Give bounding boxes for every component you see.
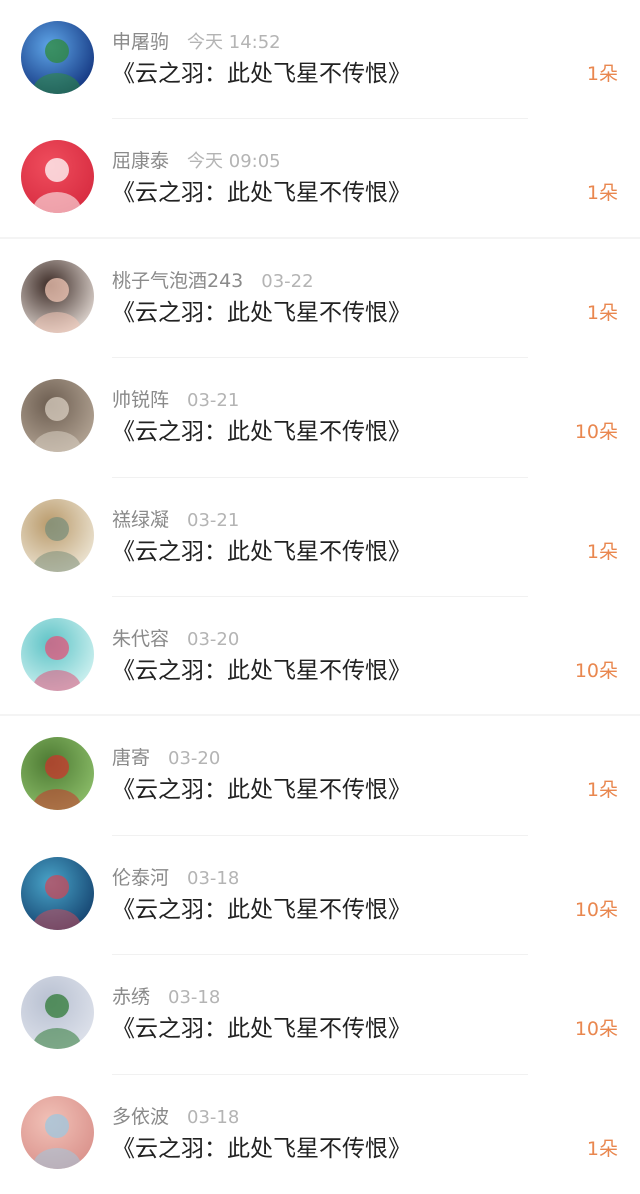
user-name[interactable]: 赤绣: [112, 986, 150, 1008]
avatar[interactable]: [21, 259, 94, 333]
book-title[interactable]: 《云之羽：此处飞星不传恨》: [112, 535, 411, 569]
item-meta: 赤绣 03-18: [112, 984, 220, 1010]
avatar[interactable]: [21, 976, 94, 1050]
book-title[interactable]: 《云之羽：此处飞星不传恨》: [112, 893, 411, 927]
list-item[interactable]: 禚绿凝 03-21 《云之羽：此处飞星不传恨》 1朵: [0, 478, 640, 597]
timestamp: 03-18: [187, 1106, 240, 1128]
anime-art-avatar: [21, 856, 94, 930]
flower-count: 10朵: [574, 659, 618, 682]
book-title[interactable]: 《云之羽：此处飞星不传恨》: [112, 1012, 411, 1046]
list-item[interactable]: 屈康泰 今天 09:05 《云之羽：此处飞星不传恨》 1朵: [0, 119, 640, 239]
flower-count: 1朵: [586, 63, 618, 85]
list-item[interactable]: 伦泰河 03-18 《云之羽：此处飞星不传恨》 10朵: [0, 836, 640, 956]
aries-cartoon-avatar: [21, 617, 94, 691]
timestamp: 03-21: [187, 390, 240, 412]
user-name[interactable]: 伦泰河: [112, 867, 169, 889]
list-item[interactable]: 唐寄 03-20 《云之羽：此处飞星不传恨》 1朵: [0, 716, 640, 836]
book-title[interactable]: 《云之羽：此处飞星不传恨》: [112, 1132, 411, 1166]
list-item[interactable]: 桃子气泡酒243 03-22 《云之羽：此处飞星不传恨》 1朵: [0, 239, 640, 359]
item-meta: 伦泰河 03-18: [112, 865, 239, 891]
timestamp: 今天 09:05: [187, 151, 281, 173]
timestamp: 03-21: [187, 509, 240, 531]
user-name[interactable]: 屈康泰: [112, 150, 169, 172]
item-meta: 唐寄 03-20: [112, 745, 220, 771]
gift-record-list: 申屠驹 今天 14:52 《云之羽：此处飞星不传恨》 1朵 屈康泰 今天 09:05 《云之…: [0, 0, 640, 1194]
avatar[interactable]: [21, 21, 94, 94]
list-item[interactable]: 多依波 03-18 《云之羽：此处飞星不传恨》 1朵: [0, 1075, 640, 1194]
item-meta: 桃子气泡酒243 03-22: [112, 268, 314, 294]
user-name[interactable]: 申屠驹: [112, 31, 169, 53]
timestamp: 03-18: [168, 987, 221, 1009]
book-title[interactable]: 《云之羽：此处飞星不传恨》: [112, 415, 411, 449]
flower-count: 1朵: [586, 182, 618, 205]
book-title[interactable]: 《云之羽：此处飞星不传恨》: [112, 296, 411, 330]
avatar[interactable]: [21, 856, 94, 930]
item-meta: 禚绿凝 03-21: [112, 507, 239, 533]
flower-count: 10朵: [574, 421, 618, 444]
timestamp: 今天 14:52: [187, 32, 281, 53]
user-name[interactable]: 禚绿凝: [112, 509, 169, 531]
masked-face-avatar: [21, 1095, 94, 1169]
list-item[interactable]: 赤绣 03-18 《云之羽：此处飞星不传恨》 10朵: [0, 955, 640, 1075]
user-name[interactable]: 唐寄: [112, 747, 150, 769]
list-item[interactable]: 朱代容 03-20 《云之羽：此处飞星不传恨》 10朵: [0, 597, 640, 717]
book-title[interactable]: 《云之羽：此处飞星不传恨》: [112, 654, 411, 688]
guitar-room-avatar: [21, 379, 94, 453]
red-ball-avatar: [21, 140, 94, 214]
flower-count: 1朵: [586, 301, 618, 324]
item-meta: 帅锐阵 03-21: [112, 387, 239, 413]
avatar[interactable]: [21, 379, 94, 453]
item-meta: 申屠驹 今天 14:52: [112, 29, 281, 55]
flower-count: 10朵: [574, 898, 618, 921]
item-meta: 朱代容 03-20: [112, 626, 239, 652]
flower-count: 10朵: [574, 1018, 618, 1041]
book-title[interactable]: 《云之羽：此处飞星不传恨》: [112, 176, 411, 210]
timestamp: 03-18: [187, 867, 240, 889]
boy-outdoor-avatar: [21, 737, 94, 811]
flower-count: 1朵: [586, 1137, 618, 1160]
flower-count: 1朵: [586, 540, 618, 563]
flower-count: 1朵: [586, 779, 618, 802]
leaf-hand-avatar: [21, 976, 94, 1050]
book-title[interactable]: 《云之羽：此处飞星不传恨》: [112, 57, 411, 91]
avatar[interactable]: [21, 498, 94, 572]
user-name[interactable]: 桃子气泡酒243: [112, 270, 243, 292]
sketch-girl-avatar: [21, 498, 94, 572]
timestamp: 03-22: [261, 270, 314, 292]
timestamp: 03-20: [168, 748, 221, 770]
avatar[interactable]: [21, 140, 94, 214]
avatar[interactable]: [21, 737, 94, 811]
item-meta: 多依波 03-18: [112, 1104, 239, 1130]
user-name[interactable]: 帅锐阵: [112, 389, 169, 411]
night-sky-avatar: [21, 21, 94, 94]
list-item[interactable]: 申屠驹 今天 14:52 《云之羽：此处飞星不传恨》 1朵: [0, 0, 640, 120]
item-meta: 屈康泰 今天 09:05: [112, 148, 281, 174]
avatar[interactable]: [21, 617, 94, 691]
user-name[interactable]: 多依波: [112, 1106, 169, 1128]
list-item[interactable]: 帅锐阵 03-21 《云之羽：此处飞星不传恨》 10朵: [0, 358, 640, 478]
book-title[interactable]: 《云之羽：此处飞星不传恨》: [112, 773, 411, 807]
user-name[interactable]: 朱代容: [112, 628, 169, 650]
timestamp: 03-20: [187, 628, 240, 650]
girl-portrait-avatar: [21, 259, 94, 333]
avatar[interactable]: [21, 1095, 94, 1169]
